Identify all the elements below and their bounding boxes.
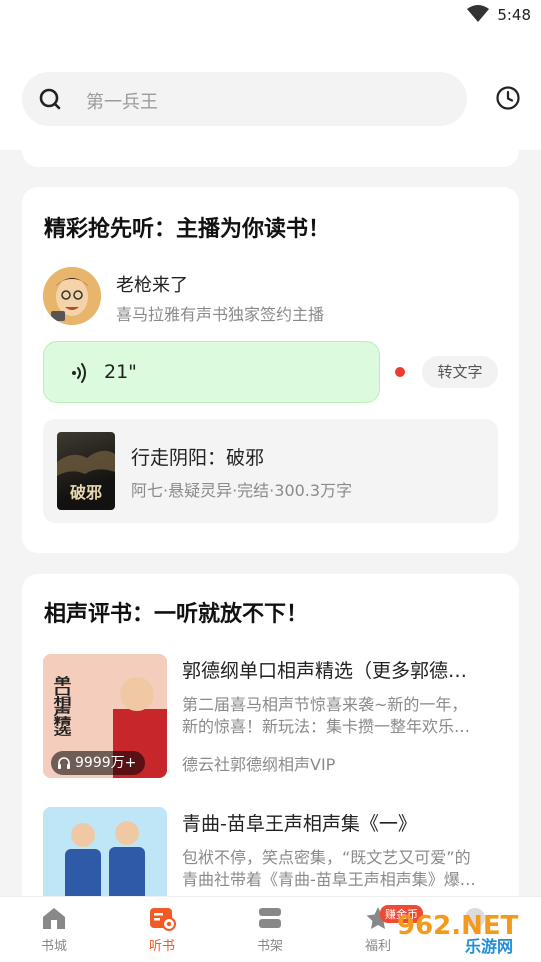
voice-message[interactable]: 21" <box>43 341 380 403</box>
wifi-icon <box>467 5 489 22</box>
tab-label: 书架 <box>256 939 283 954</box>
album-thumbnail: 单口相声精选 9999万+ <box>43 654 167 778</box>
convert-to-text-button[interactable]: 转文字 <box>422 356 498 388</box>
tab-label: 福利 <box>364 939 391 954</box>
status-bar: 5:48 <box>0 0 541 32</box>
headphones-icon <box>58 757 70 769</box>
album-title: 青曲-苗阜王声相声集《一》 <box>182 813 417 835</box>
listen-icon <box>150 908 176 931</box>
site-watermark-logo: 962.NET 乐游网 <box>397 908 519 956</box>
search-input[interactable]: 第一兵王 <box>22 72 467 126</box>
bookshelf-icon <box>259 908 281 928</box>
home-icon <box>43 908 65 929</box>
bottom-tab-bar: 书城 听书 书架 福利 赚金币 962.NET 乐游网 <box>0 896 541 962</box>
search-placeholder: 第一兵王 <box>86 92 158 113</box>
tab-label: 书城 <box>40 939 67 954</box>
album-description: 包袱不停，笑点密集，“既文艺又可爱”的 青曲社带着《青曲-苗阜王声相声集》爆… <box>182 847 498 891</box>
crosstalk-card: 相声评书：一听就放不下！ 单口相声精选 9999万+ 郭德纲单口相声精选（更多郭… <box>22 574 519 931</box>
play-count-badge: 9999万+ <box>51 751 146 775</box>
book-title: 行走阴阳：破邪 <box>131 447 265 469</box>
book-card[interactable]: 破邪 行走阴阳：破邪 阿七·悬疑灵异·完结·300.3万字 <box>43 419 498 523</box>
description-line: 新的惊喜！新玩法：集卡攒一整年欢乐… <box>182 717 471 736</box>
play-count: 9999万+ <box>75 755 137 771</box>
preview-listen-card: 精彩抢先听：主播为你读书！ 老枪来了 喜马拉雅有声书独家签约主播 21" 转文字… <box>22 187 519 553</box>
cover-title-text: 破邪 <box>70 483 102 502</box>
status-time: 5:48 <box>497 6 531 24</box>
description-line: 第二届喜马相声节惊喜来袭~新的一年， <box>182 695 468 714</box>
host-avatar[interactable] <box>43 267 101 325</box>
svg-text:乐游网: 乐游网 <box>465 937 513 956</box>
thumb-calligraphy: 单口相声精选 <box>51 675 73 736</box>
sound-wave-icon <box>72 363 86 383</box>
search-icon <box>39 88 61 110</box>
album-item[interactable]: 单口相声精选 9999万+ 郭德纲单口相声精选（更多郭德… 第二届喜马相声节惊喜… <box>43 654 498 782</box>
tab-bookstore[interactable]: 书城 <box>19 905 89 954</box>
voice-duration: 21" <box>104 361 137 383</box>
description-line: 包袱不停，笑点密集，“既文艺又可爱”的 <box>182 848 471 867</box>
book-meta: 阿七·悬疑灵异·完结·300.3万字 <box>131 481 353 500</box>
album-description: 第二届喜马相声节惊喜来袭~新的一年， 新的惊喜！新玩法：集卡攒一整年欢乐… <box>182 694 498 738</box>
tab-audiobooks[interactable]: 听书 <box>127 905 197 954</box>
previous-card-remnant <box>22 130 519 167</box>
tab-bookshelf[interactable]: 书架 <box>235 905 305 954</box>
host-description: 喜马拉雅有声书独家签约主播 <box>116 305 325 324</box>
history-clock-icon[interactable] <box>495 85 521 111</box>
section-title: 相声评书：一听就放不下！ <box>44 602 309 627</box>
album-author: 德云社郭德纲相声VIP <box>182 755 336 774</box>
book-cover: 破邪 <box>57 432 115 510</box>
host-name[interactable]: 老枪来了 <box>116 271 188 297</box>
album-title: 郭德纲单口相声精选（更多郭德… <box>182 660 468 682</box>
section-title: 精彩抢先听：主播为你读书！ <box>44 217 331 242</box>
avatar-caricature-icon <box>43 267 101 325</box>
unread-dot <box>395 367 405 377</box>
tab-label: 听书 <box>148 939 175 954</box>
description-line: 青曲社带着《青曲-苗阜王声相声集》爆… <box>182 870 476 889</box>
